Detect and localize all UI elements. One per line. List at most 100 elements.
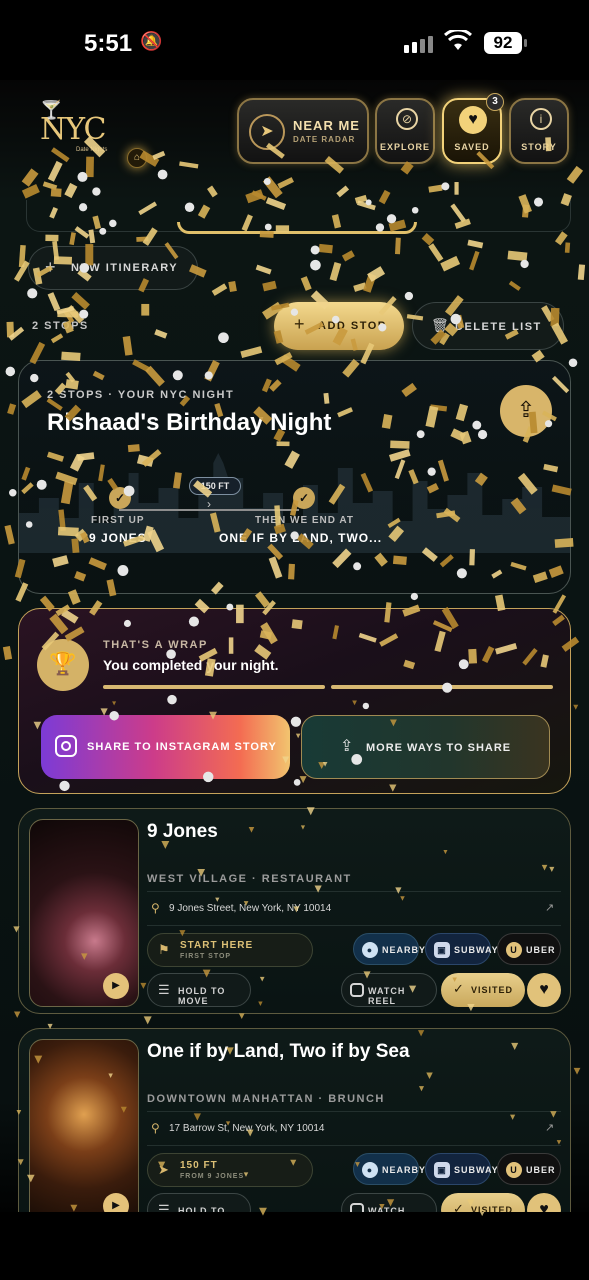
confetti-piece bbox=[262, 176, 283, 199]
confetti-piece bbox=[50, 188, 62, 197]
nearby-label: NEARBY bbox=[382, 945, 427, 955]
uber-label: UBER bbox=[526, 945, 556, 955]
heart-icon[interactable]: ♥ bbox=[527, 973, 561, 1007]
confetti-piece bbox=[18, 244, 26, 268]
end-stop-value: ONE IF BY LAND, TWO... bbox=[219, 531, 383, 545]
story-button[interactable]: i STORY bbox=[509, 98, 569, 164]
badge-title: 150 FT bbox=[180, 1160, 218, 1171]
map-pin-icon: ⚲ bbox=[151, 1121, 160, 1135]
confetti-piece bbox=[508, 280, 521, 291]
play-icon[interactable]: ▶ bbox=[103, 973, 129, 999]
share-icon[interactable]: ⇪ bbox=[500, 385, 552, 437]
divider bbox=[147, 1111, 561, 1112]
add-stop-button[interactable]: + ADD STOP bbox=[274, 302, 404, 350]
confetti-piece bbox=[329, 262, 342, 282]
nearby-button[interactable]: ● NEARBY bbox=[353, 933, 425, 965]
location-arrow-icon: ➤ bbox=[249, 114, 285, 150]
confetti-piece bbox=[207, 185, 218, 198]
gold-accent-tab bbox=[177, 222, 417, 234]
home-icon[interactable]: ⌂ bbox=[127, 148, 147, 168]
trophy-icon: 🏆 bbox=[37, 639, 89, 691]
confetti-triangle bbox=[573, 704, 579, 710]
confetti-piece bbox=[318, 243, 333, 254]
confetti-piece bbox=[566, 165, 584, 184]
subway-button[interactable]: ▣ SUBWAY bbox=[425, 933, 498, 965]
stops-count: 2 STOPS bbox=[32, 320, 89, 332]
confetti-dot bbox=[79, 309, 89, 319]
venue-address[interactable]: 9 Jones Street, New York, NY 10014 bbox=[169, 903, 331, 914]
battery-indicator: 92 bbox=[484, 32, 527, 54]
explore-button[interactable]: ⊘ EXPLORE bbox=[375, 98, 435, 164]
distance-pill: 150 FT bbox=[189, 477, 241, 495]
uber-label: UBER bbox=[526, 1165, 556, 1175]
confetti-piece bbox=[50, 333, 64, 344]
confetti-piece bbox=[4, 524, 15, 545]
itinerary-title: Rishaad's Birthday Night bbox=[47, 409, 332, 436]
uber-icon: U bbox=[506, 1162, 522, 1178]
confetti-piece bbox=[440, 255, 461, 272]
confetti-piece bbox=[341, 250, 355, 262]
near-me-button[interactable]: ➤ NEAR ME DATE RADAR bbox=[237, 98, 369, 164]
subway-label: SUBWAY bbox=[454, 1165, 499, 1175]
check-icon: ✓ bbox=[293, 487, 315, 509]
confetti-piece bbox=[21, 168, 39, 187]
badge-subtitle: FROM 9 JONES bbox=[180, 1173, 245, 1180]
external-link-icon[interactable]: ↗ bbox=[545, 1121, 554, 1134]
confetti-piece bbox=[363, 273, 377, 293]
new-itinerary-button[interactable]: + NEW ITINERARY bbox=[28, 246, 198, 290]
hold-to-move-handle[interactable]: ☰ HOLD TO MOVE bbox=[147, 973, 251, 1007]
wifi-icon bbox=[444, 30, 472, 50]
plus-icon: + bbox=[294, 314, 305, 334]
more-ways-to-share-button[interactable]: ⇪ MORE WAYS TO SHARE bbox=[301, 715, 550, 779]
near-me-label: NEAR ME bbox=[293, 118, 360, 133]
delete-list-button[interactable]: 🗑 DELETE LIST bbox=[412, 302, 564, 350]
collapsed-itinerary-strip[interactable] bbox=[26, 200, 571, 234]
train-icon: ▣ bbox=[434, 1162, 450, 1178]
wrap-kicker: THAT'S A WRAP bbox=[103, 639, 208, 651]
logo-text: NYC bbox=[40, 112, 106, 147]
venue-address[interactable]: 17 Barrow St, New York, NY 10014 bbox=[169, 1123, 324, 1134]
location-arrow-icon: ➤ bbox=[158, 1162, 169, 1177]
confetti-dot bbox=[157, 169, 168, 180]
uber-button[interactable]: U UBER bbox=[497, 933, 561, 965]
story-label: STORY bbox=[521, 142, 557, 152]
confetti-dot bbox=[404, 291, 414, 301]
watch-reel-button[interactable]: WATCH REEL bbox=[341, 973, 437, 1007]
nearby-button[interactable]: ● NEARBY bbox=[353, 1153, 425, 1185]
confetti-piece bbox=[577, 264, 586, 281]
share-instagram-story-button[interactable]: SHARE TO INSTAGRAM STORY bbox=[41, 715, 290, 779]
saved-count-badge: 3 bbox=[486, 93, 504, 111]
confetti-piece bbox=[152, 150, 166, 160]
confetti-piece bbox=[467, 239, 484, 249]
uber-button[interactable]: U UBER bbox=[497, 1153, 561, 1185]
near-me-sublabel: DATE RADAR bbox=[293, 135, 356, 144]
confetti-dot bbox=[9, 488, 17, 497]
confetti-piece bbox=[336, 185, 350, 198]
check-icon: ✓ bbox=[109, 487, 131, 509]
app-logo[interactable]: 🍸 NYC Date Nights bbox=[36, 100, 126, 160]
check-icon: ✓ bbox=[453, 981, 464, 996]
app-screen: 5:51 🔕 92 🍸 NYC Date Nights ⌂ ➤ NEAR ME … bbox=[0, 0, 589, 1280]
itinerary-card[interactable]: 2 STOPS · YOUR NYC NIGHT Rishaad's Birth… bbox=[18, 360, 571, 594]
flag-icon: ⚑ bbox=[158, 942, 170, 957]
divider bbox=[147, 925, 561, 926]
venue-card[interactable]: ▶ One if by Land, Two if by Sea DOWNTOWN… bbox=[18, 1028, 571, 1234]
compass-icon: ⊘ bbox=[396, 108, 418, 130]
confetti-piece bbox=[56, 306, 75, 315]
confetti-piece bbox=[21, 183, 40, 199]
venue-card[interactable]: ▶ 9 Jones WEST VILLAGE · RESTAURANT ⚲ 9 … bbox=[18, 808, 571, 1014]
visited-button[interactable]: ✓ VISITED bbox=[441, 973, 525, 1007]
confetti-triangle bbox=[143, 1016, 152, 1025]
confetti-piece bbox=[6, 321, 14, 338]
confetti-piece bbox=[141, 303, 150, 316]
first-stop-value: 9 JONES bbox=[89, 531, 147, 545]
confetti-dot bbox=[77, 171, 88, 182]
subway-button[interactable]: ▣ SUBWAY bbox=[425, 1153, 498, 1185]
more-share-label: MORE WAYS TO SHARE bbox=[366, 742, 512, 754]
confetti-piece bbox=[564, 242, 571, 253]
confetti-dot bbox=[520, 259, 529, 269]
badge-subtitle: FIRST STOP bbox=[180, 953, 232, 960]
external-link-icon[interactable]: ↗ bbox=[545, 901, 554, 914]
reel-label: WATCH REEL bbox=[368, 986, 406, 1006]
venue-category: WEST VILLAGE · RESTAURANT bbox=[147, 873, 352, 885]
